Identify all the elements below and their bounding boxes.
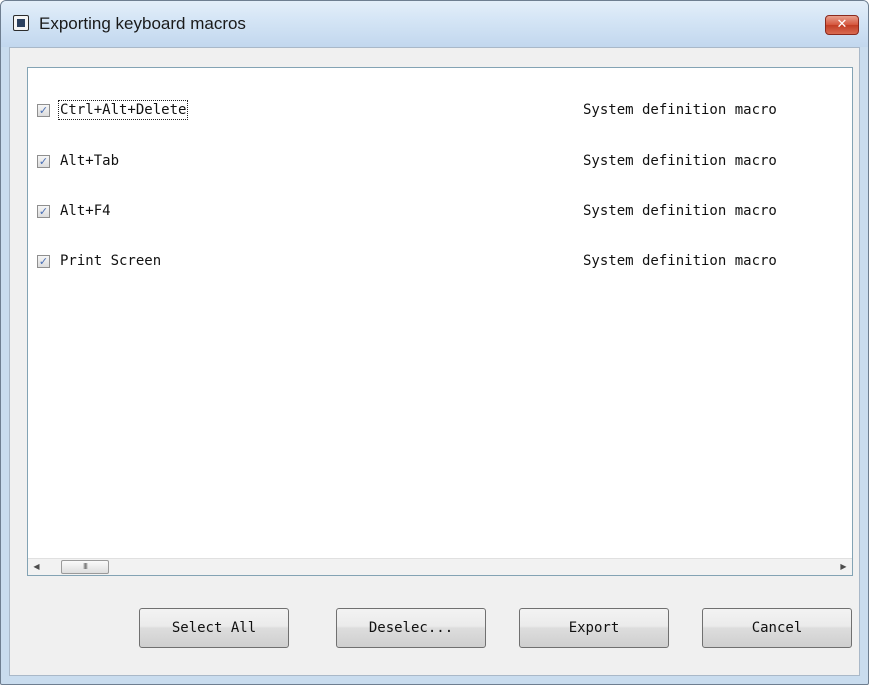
dialog-body: ✓ Ctrl+Alt+Delete System definition macr… [9, 47, 860, 676]
macro-checkbox[interactable]: ✓ [37, 205, 50, 218]
macro-name: Alt+F4 [60, 203, 111, 219]
macro-name: Ctrl+Alt+Delete [57, 100, 189, 120]
horizontal-scrollbar[interactable]: ◀ III ▶ [28, 558, 852, 575]
macro-list[interactable]: ✓ Ctrl+Alt+Delete System definition macr… [27, 67, 853, 576]
scroll-thumb[interactable]: III [61, 560, 109, 574]
macro-checkbox[interactable]: ✓ [37, 104, 50, 117]
macro-type: System definition macro [583, 153, 777, 169]
cancel-button[interactable]: Cancel [702, 608, 852, 648]
macro-type: System definition macro [583, 102, 777, 118]
window-icon [13, 15, 29, 31]
macro-checkbox[interactable]: ✓ [37, 255, 50, 268]
select-all-button[interactable]: Select All [139, 608, 289, 648]
macro-type: System definition macro [583, 203, 777, 219]
scroll-right-icon[interactable]: ▶ [835, 559, 852, 575]
window-title: Exporting keyboard macros [39, 14, 246, 33]
scroll-left-icon[interactable]: ◀ [28, 559, 45, 575]
list-item[interactable]: ✓ Alt+F4 System definition macro [28, 201, 852, 223]
export-button[interactable]: Export [519, 608, 669, 648]
export-macros-dialog: Exporting keyboard macros ✕ ✓ Ctrl+Alt+D… [0, 0, 869, 685]
list-item[interactable]: ✓ Ctrl+Alt+Delete System definition macr… [28, 100, 852, 122]
close-icon: ✕ [836, 17, 848, 32]
list-item[interactable]: ✓ Print Screen System definition macro [28, 251, 852, 273]
deselect-button[interactable]: Deselec... [336, 608, 486, 648]
macro-name: Alt+Tab [60, 153, 120, 169]
macro-checkbox[interactable]: ✓ [37, 155, 50, 168]
macro-type: System definition macro [583, 253, 777, 269]
list-item[interactable]: ✓ Alt+Tab System definition macro [28, 151, 852, 173]
title-bar[interactable]: Exporting keyboard macros ✕ [1, 1, 868, 47]
close-button[interactable]: ✕ [825, 15, 859, 35]
macro-name: Print Screen [60, 253, 162, 269]
